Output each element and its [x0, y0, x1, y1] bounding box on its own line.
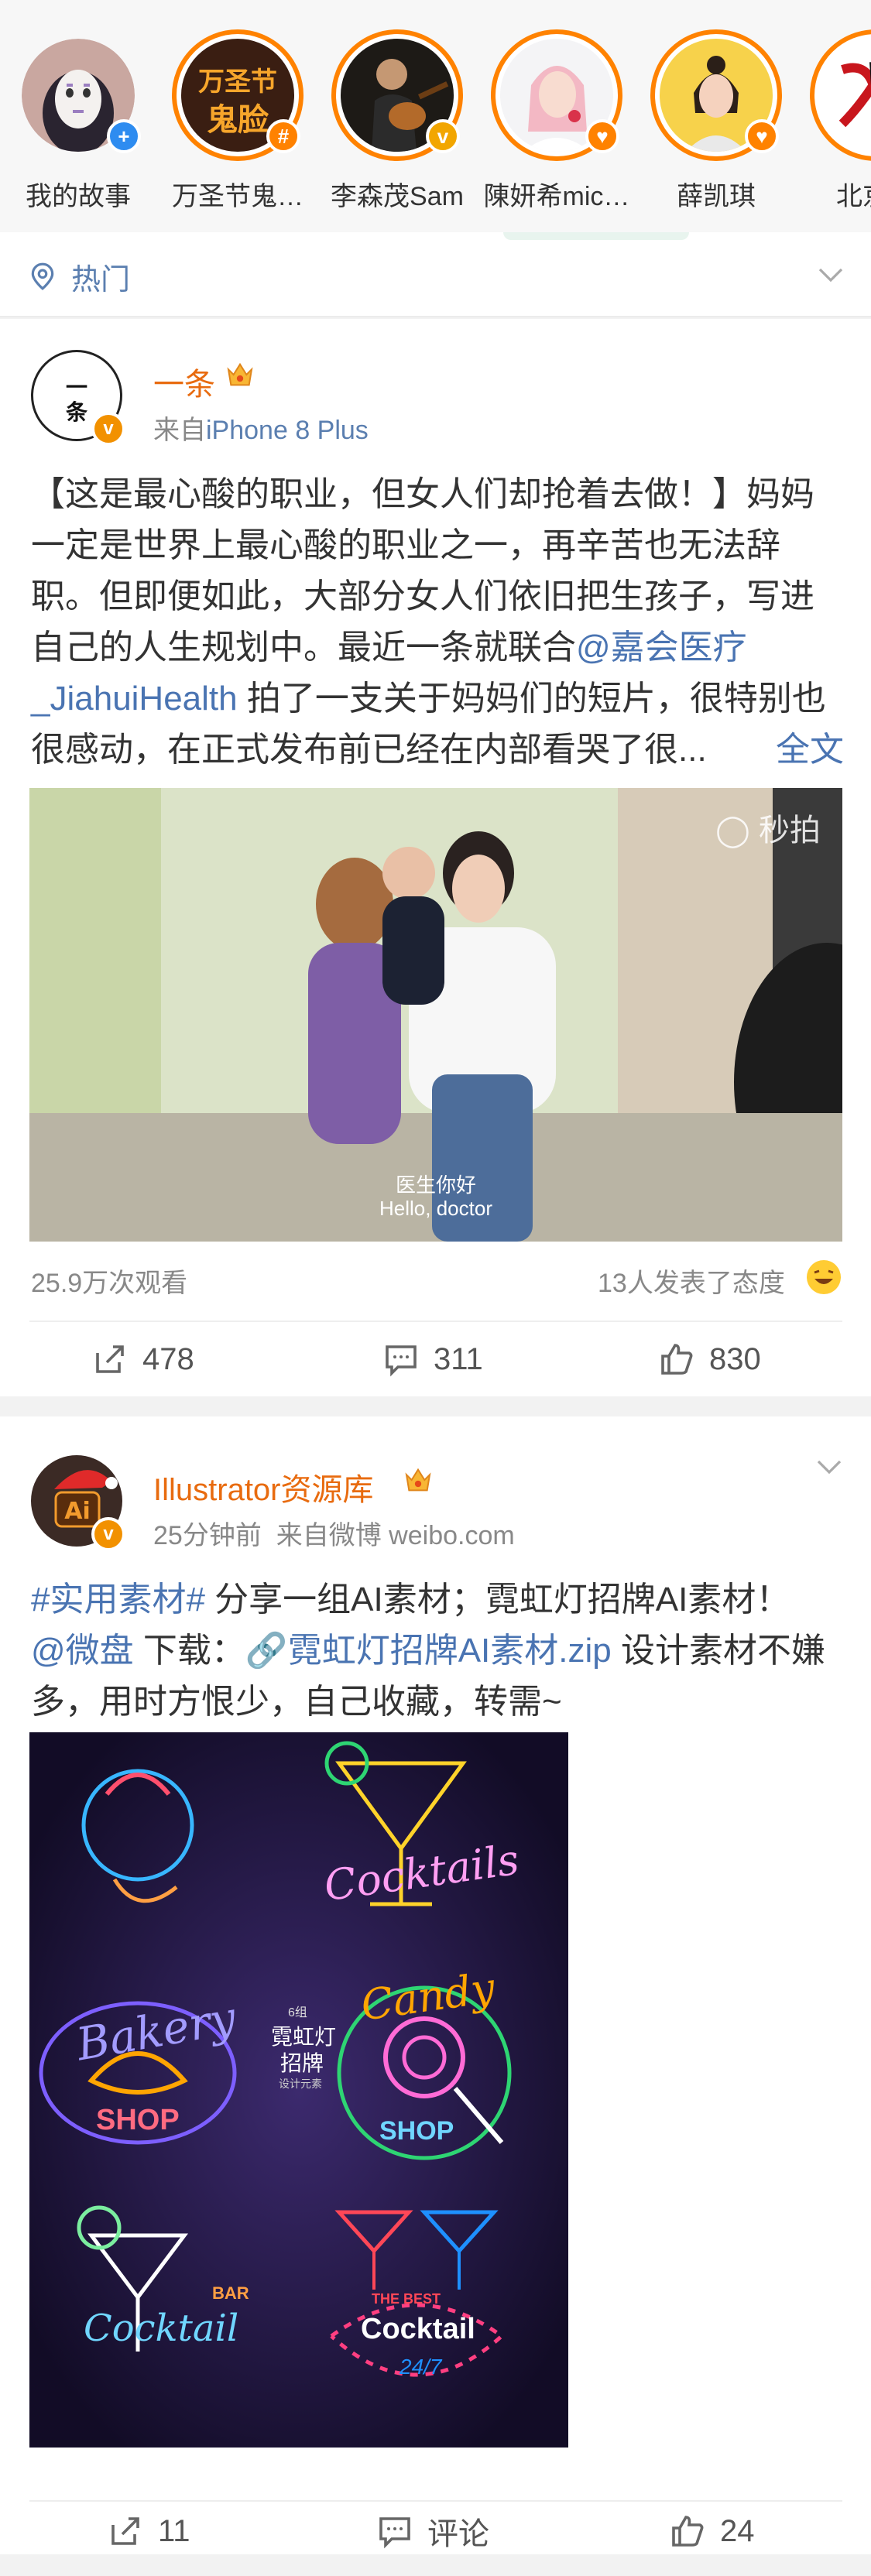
repost-count: 11 — [158, 2513, 190, 2548]
vip-crown-icon — [227, 362, 253, 386]
location-pin-icon — [31, 262, 54, 290]
story-label: 李森茂Sam — [331, 182, 464, 211]
divider — [29, 2500, 842, 2502]
story-avatar: + — [12, 29, 144, 161]
share-icon — [111, 2517, 139, 2545]
neon-shop: SHOP — [96, 2104, 180, 2136]
link-icon: 🔗 — [245, 1632, 288, 1670]
neon-hours: 24/7 — [399, 2355, 442, 2379]
refresh-indicator — [503, 232, 689, 240]
story-label: 陳妍希mic… — [483, 182, 630, 211]
post-card: Ai v Illustrator资源库 25分钟前 来自微博 weibo.com… — [0, 1416, 871, 2554]
comment-button[interactable]: 311 — [382, 1336, 483, 1382]
neon-center-sub: 设计元素 — [279, 2078, 322, 2090]
post-text: 【这是最心酸的职业，但女人们却抢着去做！】妈妈一定是世界上最心酸的职业之一，再辛… — [31, 469, 844, 776]
repost-button[interactable]: 11 — [107, 2508, 190, 2554]
read-more-link[interactable]: 全文 — [776, 724, 844, 776]
verified-badge-icon: v — [91, 412, 125, 446]
story-label: 北京李 — [836, 182, 871, 211]
subtitle-en: Hello, doctor — [379, 1197, 492, 1220]
repost-button[interactable]: 478 — [91, 1336, 194, 1382]
video-subtitle: 医生你好 Hello, doctor — [29, 1173, 842, 1220]
chevron-down-icon[interactable] — [811, 1447, 848, 1485]
neon-bar: BAR — [212, 2283, 249, 2303]
neon-cocktail: Cocktail — [84, 2307, 239, 2350]
story-my-story[interactable]: + 我的故事 — [5, 29, 152, 213]
like-count: 24 — [720, 2513, 755, 2548]
hot-label: 热门 — [71, 264, 131, 296]
comment-icon — [386, 1345, 417, 1377]
add-story-icon: + — [107, 119, 141, 153]
partial-avatar-icon — [819, 39, 871, 152]
story-avatar: v — [331, 29, 463, 161]
post-card: 一 条 v 一条 来自iPhone 8 Plus 【这是最心酸的职业，但女人们却… — [0, 319, 871, 1396]
post-meta: 来自iPhone 8 Plus — [153, 409, 369, 447]
hot-icon: ♥ — [585, 119, 619, 153]
username[interactable]: 一条 — [153, 359, 215, 404]
topic-tag-link[interactable]: #实用素材# — [31, 1581, 205, 1619]
post-time: 25分钟前 — [153, 1521, 262, 1550]
story-label: 万圣节鬼… — [172, 182, 303, 211]
video-player[interactable]: ◯ 秒拍 医生你好 Hello, doctor — [29, 788, 842, 1242]
story-label: 我的故事 — [26, 182, 131, 211]
story-xue-kaiqi[interactable]: ♥ 薛凯琪 — [643, 29, 790, 213]
username[interactable]: Illustrator资源库 — [153, 1464, 374, 1509]
file-link[interactable]: 🔗霓虹灯招牌AI素材.zip — [245, 1632, 612, 1670]
story-avatar: 万圣节 鬼脸 # — [172, 29, 303, 161]
neon-candy-shop: SHOP — [379, 2116, 454, 2146]
thumbs-up-icon — [672, 2516, 704, 2547]
post-meta: 25分钟前 来自微博 weibo.com — [153, 1514, 515, 1552]
repost-count: 478 — [142, 1341, 194, 1376]
view-count: 25.9万次观看 — [31, 1269, 188, 1298]
divider — [29, 1321, 842, 1322]
story-avatar: ♥ — [650, 29, 782, 161]
story-halloween[interactable]: 万圣节 鬼脸 # 万圣节鬼… — [164, 29, 311, 213]
neon-center-title-2: 招牌 — [280, 2051, 324, 2075]
meta-prefix: 来自 — [153, 416, 206, 445]
verified-icon: v — [426, 119, 460, 153]
halloween-art-top: 万圣节 — [198, 67, 277, 98]
neon-center-num: 6组 — [288, 2006, 307, 2019]
reaction-count[interactable]: 13人发表了态度 — [598, 1262, 785, 1300]
comment-button[interactable]: 评论 — [376, 2508, 489, 2554]
story-avatar — [810, 29, 871, 161]
device-source[interactable]: iPhone 8 Plus — [206, 416, 369, 445]
hashtag-icon: # — [266, 119, 300, 153]
hot-filter-bar[interactable]: 热门 — [0, 232, 871, 317]
verified-badge-icon: v — [91, 1517, 125, 1551]
vip-crown-icon — [405, 1468, 431, 1492]
laugh-emoji-icon — [807, 1260, 841, 1294]
stories-bar: + 我的故事 万圣节 鬼脸 # 万圣节鬼… v 李森茂Sam ♥ 陳妍希mic…… — [0, 0, 871, 232]
post-text: #实用素材# 分享一组AI素材；霓虹灯招牌AI素材！ @微盘 下载：🔗霓虹灯招牌… — [31, 1574, 844, 1728]
neon-sign-image[interactable]: Cocktails Bakery SHOP Candy SHOP 6组 霓虹灯 … — [29, 1732, 568, 2448]
like-button[interactable]: 24 — [669, 2508, 755, 2554]
share-icon — [96, 1345, 124, 1373]
post-text-1: 分享一组AI素材；霓虹灯招牌AI素材！ — [204, 1581, 790, 1619]
story-li-senmao[interactable]: v 李森茂Sam — [324, 29, 471, 213]
neon-best: THE BEST — [372, 2291, 441, 2307]
neon-cocktail-2: Cocktail — [361, 2313, 475, 2345]
post-source: 来自微博 weibo.com — [276, 1521, 515, 1550]
like-button[interactable]: 830 — [658, 1336, 761, 1382]
story-label: 薛凯琪 — [677, 182, 756, 211]
video-watermark: ◯ 秒拍 — [715, 805, 821, 850]
story-avatar: ♥ — [491, 29, 622, 161]
chevron-down-icon[interactable] — [812, 255, 849, 293]
comment-count: 311 — [434, 1341, 483, 1376]
comment-label: 评论 — [427, 2517, 489, 2551]
story-partial[interactable]: 北京李 — [802, 29, 871, 213]
svg-text:Ai: Ai — [64, 1498, 91, 1525]
download-label: 下载： — [133, 1632, 245, 1670]
mention-link[interactable]: @微盘 — [31, 1632, 134, 1670]
file-link-text: 霓虹灯招牌AI素材.zip — [287, 1632, 612, 1670]
comment-icon — [379, 2517, 410, 2549]
thumbs-up-icon — [661, 1344, 693, 1375]
hot-icon: ♥ — [745, 119, 779, 153]
like-count: 830 — [709, 1341, 761, 1376]
story-chen-yanxi[interactable]: ♥ 陳妍希mic… — [483, 29, 630, 213]
subtitle-cn: 医生你好 — [395, 1173, 476, 1197]
camera-icon: ◯ — [715, 814, 750, 848]
watermark-text: 秒拍 — [759, 814, 821, 848]
